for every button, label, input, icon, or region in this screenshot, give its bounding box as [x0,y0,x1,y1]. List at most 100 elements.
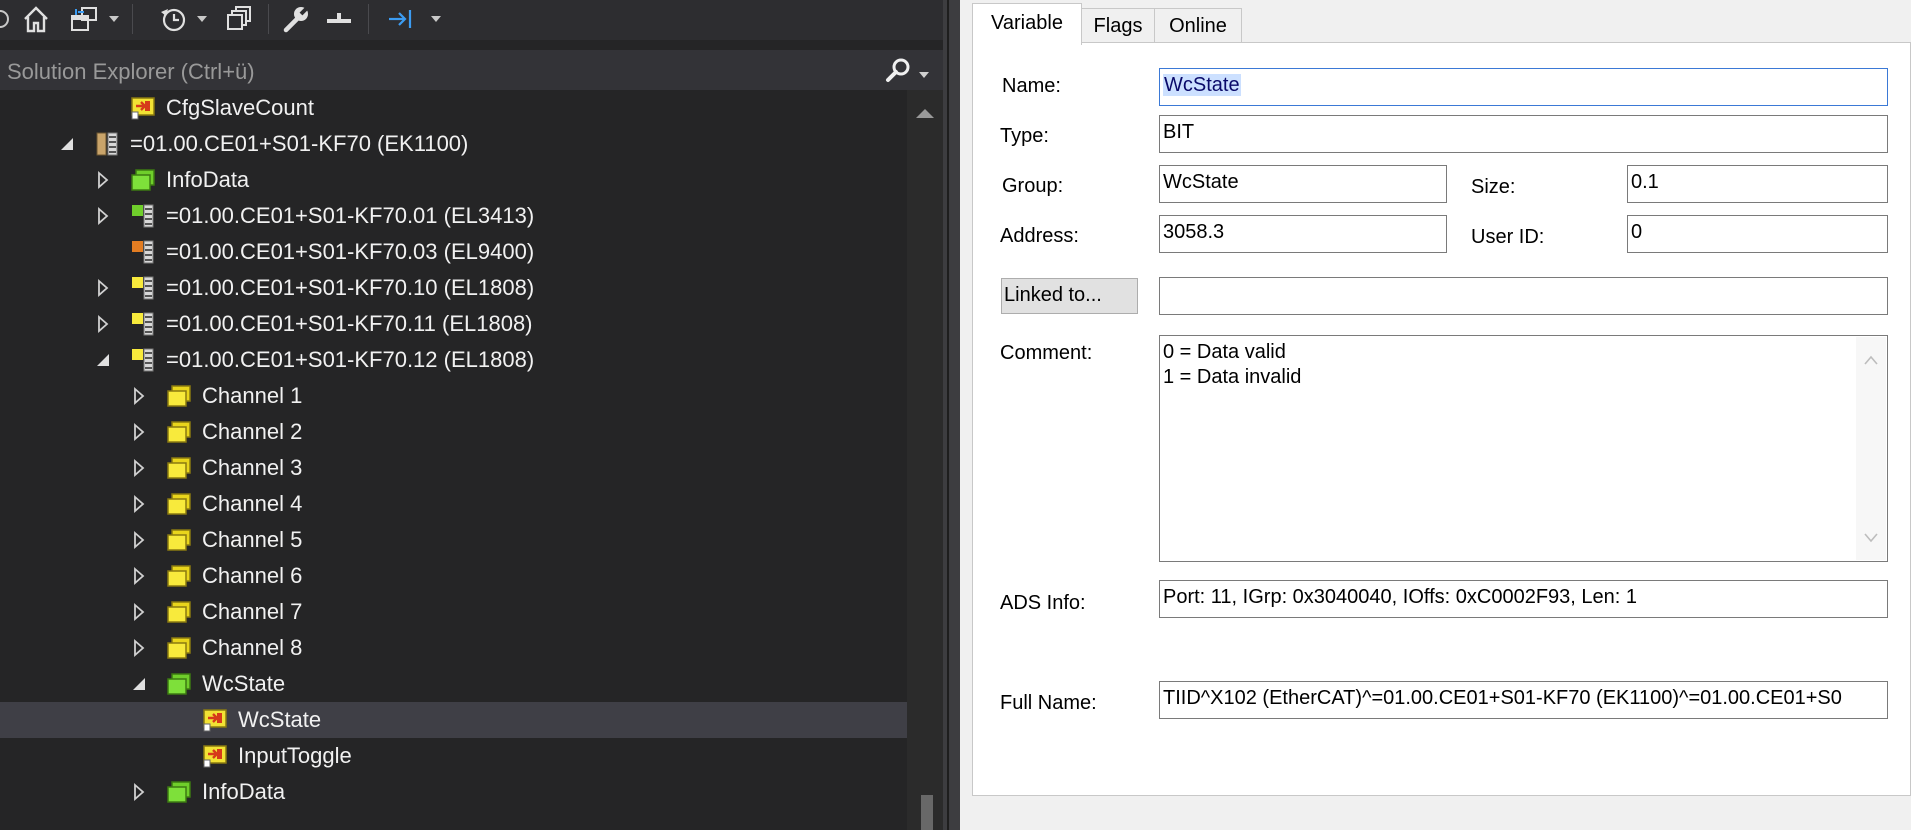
tree-item[interactable]: =01.00.CE01+S01-KF70.10 (EL1808) [0,270,907,306]
solution-explorer-search[interactable]: Solution Explorer (Ctrl+ü) [0,50,943,91]
tree-item[interactable]: Channel 8 [0,630,907,666]
collapsed-arrow-icon[interactable] [130,603,148,621]
tree-item[interactable]: InfoData [0,774,907,810]
collapsed-arrow-icon[interactable] [94,279,112,297]
tree-item[interactable]: Channel 5 [0,522,907,558]
search-input[interactable]: Solution Explorer (Ctrl+ü) [7,59,255,85]
tree-item-label: Channel 1 [202,383,303,408]
dropdown-arrow-icon[interactable] [918,66,930,84]
linked-to-field[interactable] [1159,277,1888,315]
collapsed-arrow-icon[interactable] [130,531,148,549]
collapse-arrow-icon[interactable] [386,4,416,34]
green-folder-icon [166,779,192,805]
user-id-field[interactable]: 0 [1627,215,1888,253]
pane-splitter[interactable] [943,0,960,830]
wrench-icon[interactable] [280,4,312,34]
type-field[interactable]: BIT [1159,115,1888,153]
collapsed-arrow-icon[interactable] [94,315,112,333]
tree-item[interactable]: InfoData [0,162,907,198]
history-icon[interactable] [156,4,190,34]
comment-line: 1 = Data invalid [1163,366,1302,388]
terminal-yellow-icon [130,311,156,337]
tree-item-label: =01.00.CE01+S01-KF70 (EK1100) [130,131,469,156]
dropdown-arrow-icon[interactable] [106,4,122,34]
tree-item[interactable]: Channel 3 [0,450,907,486]
scroll-thumb[interactable] [921,795,933,830]
dropdown-arrow-icon[interactable] [428,4,444,34]
tree-scrollbar[interactable] [907,90,943,830]
dropdown-arrow-icon[interactable] [194,4,210,34]
user-id-label: User ID: [1471,226,1545,248]
expanded-arrow-icon[interactable] [58,135,76,153]
collapsed-arrow-icon[interactable] [130,783,148,801]
tree-item[interactable]: Channel 1 [0,378,907,414]
yellow-folder-icon [166,599,192,625]
tree-item[interactable]: Channel 6 [0,558,907,594]
address-field[interactable]: 3058.3 [1159,215,1447,253]
name-field[interactable]: WcState [1159,68,1888,106]
group-field[interactable]: WcState [1159,165,1447,203]
scroll-up-icon[interactable] [1864,347,1878,372]
collapsed-arrow-icon[interactable] [130,459,148,477]
tree-item[interactable]: =01.00.CE01+S01-KF70.01 (EL3413) [0,198,907,234]
ads-info-field[interactable]: Port: 11, IGrp: 0x3040040, IOffs: 0xC000… [1159,580,1888,618]
tree-item-label: =01.00.CE01+S01-KF70.11 (EL1808) [166,311,533,336]
tree-item-label: Channel 3 [202,455,303,480]
tab-online[interactable]: Online [1154,8,1242,43]
full-name-label: Full Name: [1000,692,1097,714]
terminal-green-icon [130,203,156,229]
home-icon[interactable] [18,4,54,34]
collapsed-arrow-icon[interactable] [130,567,148,585]
collapsed-arrow-icon[interactable] [130,639,148,657]
comment-line: 0 = Data valid [1163,341,1286,363]
minus-icon[interactable] [324,4,354,34]
tree-item[interactable]: WcState [0,666,907,702]
tree-item[interactable]: Channel 2 [0,414,907,450]
scroll-up-icon[interactable] [914,106,936,125]
comment-scrollbar[interactable] [1856,337,1886,560]
type-label: Type: [1000,125,1049,147]
full-name-field[interactable]: TIID^X102 (EtherCAT)^=01.00.CE01+S01-KF7… [1159,681,1888,719]
collapsed-arrow-icon[interactable] [94,171,112,189]
scroll-down-icon[interactable] [1864,525,1878,550]
size-field[interactable]: 0.1 [1627,165,1888,203]
pane-splitter-line [947,0,949,830]
tree-item-label: =01.00.CE01+S01-KF70.03 (EL9400) [166,239,535,264]
collapsed-arrow-icon[interactable] [94,207,112,225]
expanded-arrow-icon[interactable] [130,675,148,693]
linked-to-button[interactable]: Linked to... [1001,278,1138,314]
expanded-arrow-icon[interactable] [94,351,112,369]
yellow-folder-icon [166,635,192,661]
comment-textarea[interactable]: 0 = Data valid 1 = Data invalid [1159,335,1888,562]
tree-item-label: WcState [238,707,322,732]
tree-item[interactable]: CfgSlaveCount [0,90,907,126]
solution-tree: CfgSlaveCount =01.00.CE01+S01-KF70 (EK110… [0,90,907,830]
variable-yellow-icon [202,743,228,769]
tree-item-label: InfoData [202,779,286,804]
collapsed-arrow-icon[interactable] [130,423,148,441]
tree-item[interactable]: =01.00.CE01+S01-KF70 (EK1100) [0,126,907,162]
collapsed-arrow-icon[interactable] [130,387,148,405]
tree-item-label: Channel 2 [202,419,303,444]
tree-item-label: Channel 6 [202,563,303,588]
tree-item[interactable]: Channel 4 [0,486,907,522]
sync-windows-icon[interactable] [66,4,102,34]
name-value[interactable]: WcState [1163,74,1241,96]
solution-explorer-toolbar [0,0,943,40]
collapsed-arrow-icon[interactable] [130,495,148,513]
tree-item[interactable]: =01.00.CE01+S01-KF70.12 (EL1808) [0,342,907,378]
copy-windows-icon[interactable] [222,4,254,34]
tree-item[interactable]: Channel 7 [0,594,907,630]
green-folder-icon [130,167,156,193]
search-icon[interactable] [884,56,912,89]
terminal-orange-icon [130,239,156,265]
tab-flags[interactable]: Flags [1080,8,1156,43]
tree-item[interactable]: =01.00.CE01+S01-KF70.03 (EL9400) [0,234,907,270]
yellow-folder-icon [166,455,192,481]
tree-item[interactable]: WcState [0,702,907,738]
tree-item[interactable]: =01.00.CE01+S01-KF70.11 (EL1808) [0,306,907,342]
tree-item[interactable]: InputToggle [0,738,907,774]
tree-item-label: Channel 7 [202,599,303,624]
tab-variable[interactable]: Variable [972,3,1082,45]
partial-button-icon[interactable] [0,4,12,34]
